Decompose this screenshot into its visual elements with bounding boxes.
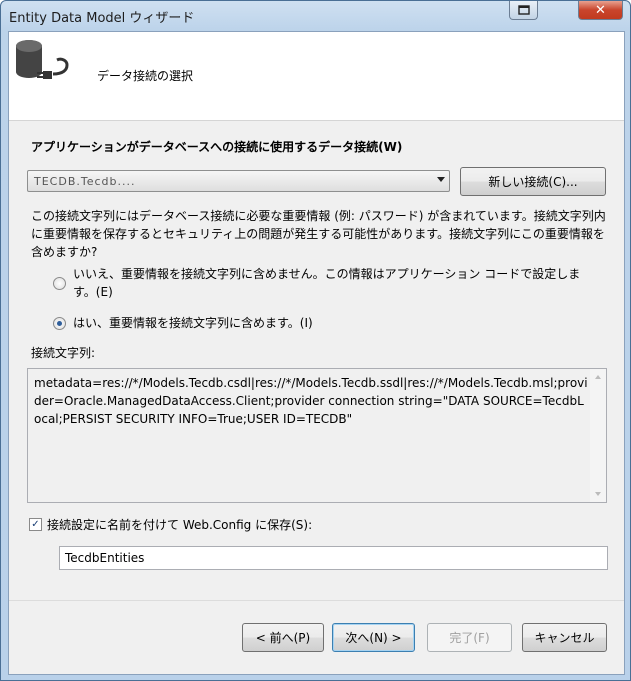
save-config-label: 接続設定に名前を付けて Web.Config に保存(S): [47,518,313,532]
connection-string-value: metadata=res://*/Models.Tecdb.csdl|res:/… [34,376,588,426]
radio-exclude-label: いいえ、重要情報を接続文字列に含めません。この情報はアプリケーション コードで設… [73,267,581,299]
wizard-body: データ接続の選択 アプリケーションがデータベースへの接続に使用するデータ接続(W… [8,31,625,675]
connection-dropdown-value: TECDB.Tecdb.... [34,175,136,188]
save-config-checkbox[interactable]: ✓ [29,518,42,531]
finish-button[interactable]: 完了(F) [427,623,512,652]
chevron-down-icon [437,177,445,182]
scroll-down-icon [595,492,601,496]
connection-string-label: 接続文字列: [31,346,96,360]
wizard-header: データ接続の選択 [9,32,624,121]
page-title: データ接続の選択 [97,69,194,83]
sensitive-info-description: この接続文字列にはデータベース接続に必要な重要情報 (例: パスワード) が含ま… [31,209,606,259]
restore-icon [517,5,530,15]
close-icon: ✕ [595,2,606,18]
restore-button[interactable] [509,1,538,20]
new-connection-button[interactable]: 新しい接続(C)... [460,167,606,196]
connection-string-textbox[interactable]: metadata=res://*/Models.Tecdb.csdl|res:/… [27,368,607,503]
radio-button-selected[interactable] [53,317,66,330]
footer-divider [9,600,624,601]
close-button[interactable]: ✕ [578,1,623,20]
next-button[interactable]: 次へ(N) > [332,623,415,652]
radio-include-label: はい、重要情報を接続文字列に含めます。(I) [73,316,313,330]
entity-name-input[interactable]: TecdbEntities [59,546,608,570]
title-bar[interactable]: Entity Data Model ウィザード ✕ [1,1,630,31]
cancel-button[interactable]: キャンセル [522,623,607,652]
back-button[interactable]: < 前へ(P) [242,623,324,652]
vertical-scrollbar[interactable] [590,369,606,502]
database-plug-icon [16,40,69,79]
radio-button[interactable] [53,277,66,290]
connection-dropdown[interactable]: TECDB.Tecdb.... [27,170,450,192]
connection-label: アプリケーションがデータベースへの接続に使用するデータ接続(W) [31,140,403,154]
scroll-up-icon [595,375,601,379]
window-title: Entity Data Model ウィザード [9,11,195,26]
wizard-window: Entity Data Model ウィザード ✕ データ接続の選択 アプリケー… [0,0,631,681]
